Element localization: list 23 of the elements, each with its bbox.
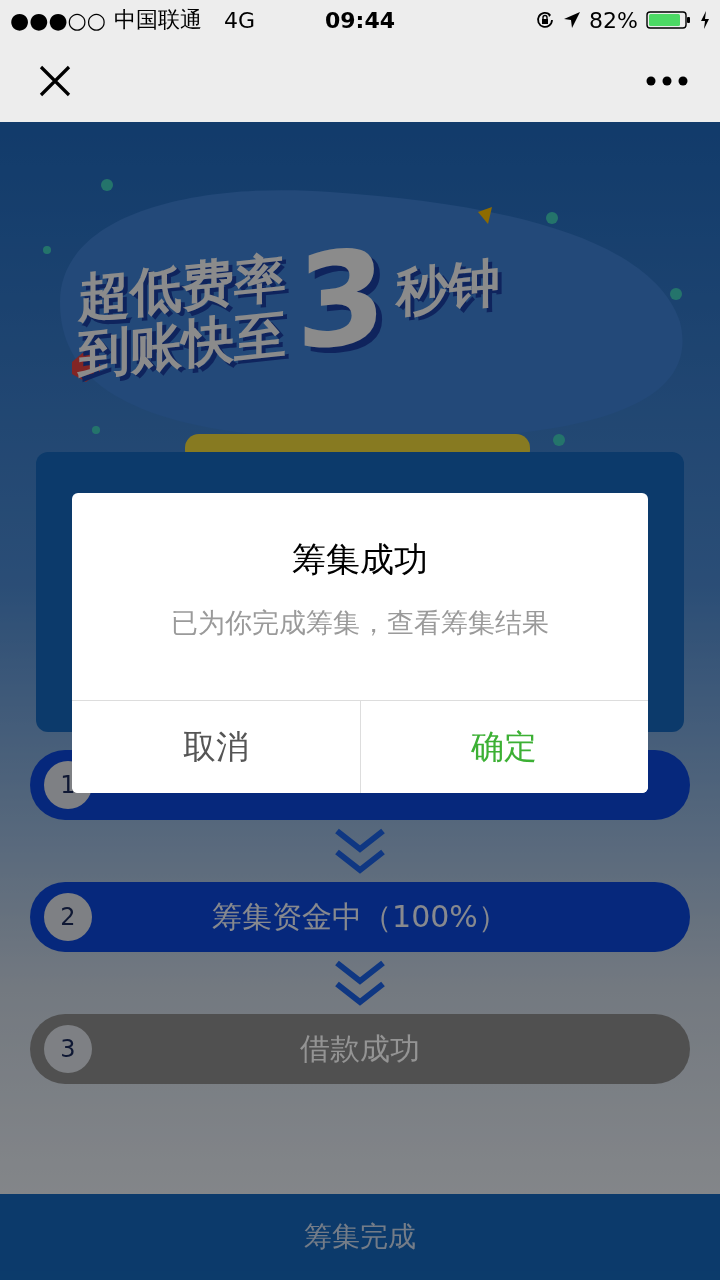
dialog-title: 筹集成功 [292,538,428,581]
clock-time: 09:44 [325,7,395,33]
banner-digit: 3 [296,229,387,370]
network-type: 4G [224,7,256,33]
more-icon[interactable] [646,76,688,86]
carrier-name: 中国联通 [114,6,202,34]
banner-headline: 秒钟 [396,254,501,323]
battery-icon [646,10,692,30]
footer-button[interactable]: 筹集完成 [0,1194,720,1280]
step-number: 2 [44,893,92,941]
step-label: 筹集资金中（100%） [212,897,508,936]
double-chevron-icon [334,960,386,1006]
close-icon[interactable] [38,64,72,98]
double-chevron-icon [334,828,386,874]
charging-bolt-icon [700,10,710,30]
battery-percent: 82% [589,7,638,33]
signal-dots: ●●●○○ [10,7,106,33]
location-arrow-icon [563,11,582,29]
step-label: 借款成功 [300,1029,420,1068]
rotation-lock-icon [535,10,556,30]
dialog-message: 已为你完成筹集，查看筹集结果 [171,606,549,640]
step-number: 3 [44,1025,92,1073]
confirm-button[interactable]: 确定 [359,701,648,793]
